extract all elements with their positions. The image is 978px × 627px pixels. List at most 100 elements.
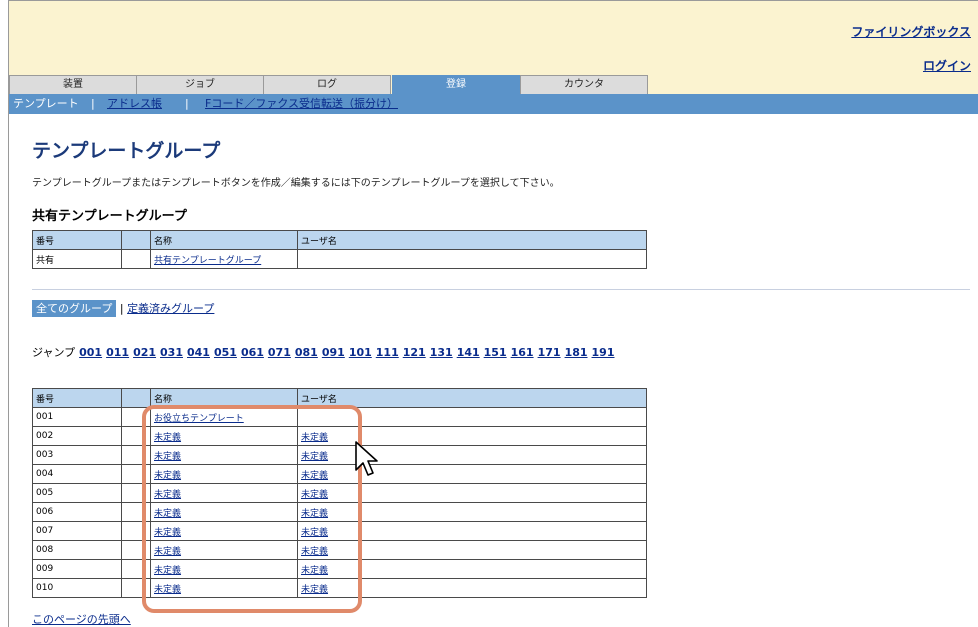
- subnav-fcode[interactable]: Fコード／ファクス受信転送（振分け）: [205, 94, 398, 114]
- tab-job[interactable]: ジョブ: [136, 75, 264, 94]
- table-row: 009 未定義 未定義: [32, 559, 647, 579]
- group-user-link[interactable]: 未定義: [301, 566, 328, 576]
- row-blank: [121, 540, 151, 560]
- login-link[interactable]: ログイン: [923, 57, 971, 74]
- group-name-link[interactable]: 未定義: [154, 509, 181, 519]
- jump-link[interactable]: 111: [376, 346, 399, 359]
- group-name-link[interactable]: 未定義: [154, 585, 181, 595]
- jump-link[interactable]: 051: [214, 346, 237, 359]
- tab-registration[interactable]: 登録: [392, 75, 520, 94]
- shared-section-title: 共有テンプレートグループ: [32, 209, 187, 224]
- subnav-template[interactable]: テンプレート: [13, 94, 79, 114]
- jump-link[interactable]: 181: [565, 346, 588, 359]
- row-blank: [121, 578, 151, 598]
- tab-device[interactable]: 装置: [9, 75, 137, 94]
- row-blank: [121, 426, 151, 446]
- group-name-link[interactable]: お役立ちテンプレート: [154, 414, 244, 424]
- column-header-blank: [121, 388, 151, 408]
- table-row: 005 未定義 未定義: [32, 483, 647, 503]
- row-user-cell: 未定義: [297, 426, 647, 446]
- jump-link[interactable]: 091: [322, 346, 345, 359]
- row-user-cell: 未定義: [297, 578, 647, 598]
- column-header-name: 名称: [150, 230, 298, 250]
- group-name-link[interactable]: 未定義: [154, 547, 181, 557]
- table-row: 007 未定義 未定義: [32, 521, 647, 541]
- column-header-number: 番号: [32, 388, 122, 408]
- table-row: 001 お役立ちテンプレート: [32, 407, 647, 427]
- column-header-blank: [121, 230, 151, 250]
- tab-log[interactable]: ログ: [263, 75, 391, 94]
- group-user-link[interactable]: 未定義: [301, 509, 328, 519]
- row-blank: [121, 521, 151, 541]
- subnav-address-book[interactable]: アドレス帳: [107, 94, 162, 114]
- jump-link[interactable]: 171: [538, 346, 561, 359]
- jump-link[interactable]: 071: [268, 346, 291, 359]
- table-row: 010 未定義 未定義: [32, 578, 647, 598]
- jump-link[interactable]: 191: [592, 346, 615, 359]
- jump-label: ジャンプ: [32, 346, 76, 359]
- row-name-cell: 未定義: [150, 426, 298, 446]
- row-name-cell: 未定義: [150, 445, 298, 465]
- group-list-table: 番号 名称 ユーザ名 001 お役立ちテンプレート 002 未定義 未定義 003 未定…: [32, 388, 647, 598]
- section-divider: [32, 289, 970, 290]
- row-user-cell: 未定義: [297, 502, 647, 522]
- row-name-cell: 未定義: [150, 502, 298, 522]
- group-name-link[interactable]: 未定義: [154, 471, 181, 481]
- row-blank: [121, 445, 151, 465]
- jump-link[interactable]: 021: [133, 346, 156, 359]
- jump-link[interactable]: 141: [457, 346, 480, 359]
- jump-link[interactable]: 151: [484, 346, 507, 359]
- group-user-link[interactable]: 未定義: [301, 452, 328, 462]
- row-number: 006: [32, 502, 122, 522]
- back-to-top-link[interactable]: このページの先頭へ: [32, 611, 131, 627]
- row-name-cell: 未定義: [150, 521, 298, 541]
- table-row: 共有 共有テンプレートグループ: [32, 249, 647, 269]
- shared-group-table: 番号 名称 ユーザ名 共有 共有テンプレートグループ: [32, 230, 647, 269]
- row-name-cell: 未定義: [150, 483, 298, 503]
- jump-link[interactable]: 121: [403, 346, 426, 359]
- row-user-cell: 未定義: [297, 540, 647, 560]
- group-name-link[interactable]: 未定義: [154, 566, 181, 576]
- jump-link[interactable]: 101: [349, 346, 372, 359]
- row-number: 003: [32, 445, 122, 465]
- shared-group-link[interactable]: 共有テンプレートグループ: [154, 256, 261, 266]
- filing-box-link[interactable]: ファイリングボックス: [851, 23, 971, 40]
- group-user-link[interactable]: 未定義: [301, 585, 328, 595]
- tab-counter[interactable]: カウンタ: [520, 75, 648, 94]
- filter-defined-groups[interactable]: 定義済みグループ: [127, 302, 214, 315]
- group-user-link[interactable]: 未定義: [301, 547, 328, 557]
- row-number: 共有: [32, 249, 122, 269]
- row-blank: [121, 483, 151, 503]
- group-user-link[interactable]: 未定義: [301, 490, 328, 500]
- jump-link[interactable]: 041: [187, 346, 210, 359]
- jump-link[interactable]: 001: [79, 346, 102, 359]
- table-header-row: 番号 名称 ユーザ名: [32, 388, 647, 408]
- group-name-link[interactable]: 未定義: [154, 433, 181, 443]
- jump-link[interactable]: 031: [160, 346, 183, 359]
- row-blank: [121, 249, 151, 269]
- column-header-number: 番号: [32, 230, 122, 250]
- row-name-cell: お役立ちテンプレート: [150, 407, 298, 427]
- group-user-link[interactable]: 未定義: [301, 433, 328, 443]
- row-user-cell: 未定義: [297, 464, 647, 484]
- group-user-link[interactable]: 未定義: [301, 528, 328, 538]
- table-row: 006 未定義 未定義: [32, 502, 647, 522]
- jump-link[interactable]: 131: [430, 346, 453, 359]
- column-header-user: ユーザ名: [297, 388, 647, 408]
- jump-link[interactable]: 081: [295, 346, 318, 359]
- filter-all-groups[interactable]: 全てのグループ: [32, 300, 117, 317]
- column-header-user: ユーザ名: [297, 230, 647, 250]
- jump-link[interactable]: 161: [511, 346, 534, 359]
- group-user-link[interactable]: 未定義: [301, 471, 328, 481]
- group-name-link[interactable]: 未定義: [154, 528, 181, 538]
- group-name-link[interactable]: 未定義: [154, 490, 181, 500]
- row-number: 010: [32, 578, 122, 598]
- row-user: [297, 249, 647, 269]
- table-header-row: 番号 名称 ユーザ名: [32, 230, 647, 250]
- group-name-link[interactable]: 未定義: [154, 452, 181, 462]
- jump-link[interactable]: 011: [106, 346, 129, 359]
- row-blank: [121, 407, 151, 427]
- row-number: 001: [32, 407, 122, 427]
- jump-links: ジャンプ 001 011 021 031 041 051 061 071 081 091 101 111…: [32, 344, 615, 360]
- jump-link[interactable]: 061: [241, 346, 264, 359]
